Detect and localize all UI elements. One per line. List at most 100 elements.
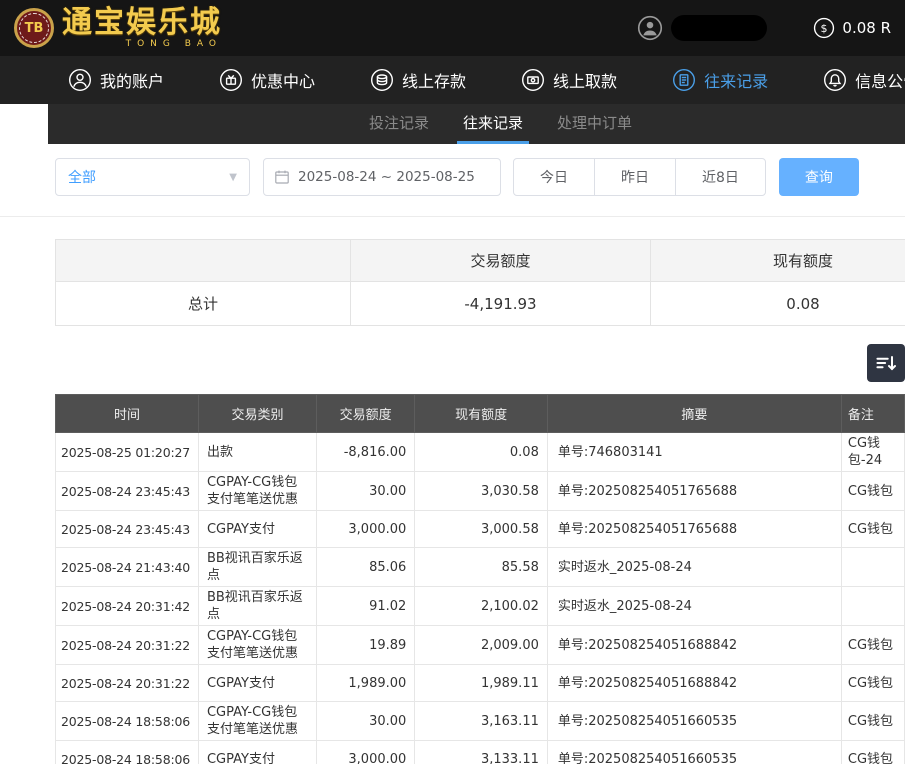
redacted-username: [671, 15, 767, 41]
coin-icon: $: [813, 17, 835, 39]
cell-note: CG钱包: [841, 626, 904, 665]
nav-item-deposit[interactable]: 线上存款: [370, 68, 466, 92]
cell-summary: 单号:202508254051688842: [547, 665, 841, 702]
table-row: 2025-08-24 23:45:43 CGPAY支付 3,000.00 3,0…: [56, 511, 905, 548]
cell-summary: 实时返水_2025-08-24: [547, 587, 841, 626]
cell-time: 2025-08-24 23:45:43: [56, 472, 199, 511]
tab-processing-orders[interactable]: 处理中订单: [551, 104, 638, 144]
cell-type: CGPAY-CG钱包支付笔笔送优惠: [198, 472, 316, 511]
cell-balance: 3,000.58: [415, 511, 548, 548]
search-button[interactable]: 查询: [779, 158, 859, 196]
table-row: 2025-08-24 21:43:40 BB视讯百家乐返点 85.06 85.5…: [56, 548, 905, 587]
tab-transaction-records[interactable]: 往来记录: [457, 104, 529, 144]
cell-summary: 单号:202508254051660535: [547, 741, 841, 764]
logo-title: 通宝娱乐城: [62, 7, 222, 39]
nav-item-promotions[interactable]: 优惠中心: [219, 68, 315, 92]
sub-tabs: 投注记录 往来记录 处理中订单: [48, 104, 905, 144]
cell-balance: 3,133.11: [415, 741, 548, 764]
cell-note: [841, 587, 904, 626]
withdraw-icon: [521, 68, 545, 92]
cell-note: CG钱包: [841, 511, 904, 548]
records-icon: [672, 68, 696, 92]
cell-summary: 单号:202508254051765688: [547, 511, 841, 548]
header-note: 备注: [841, 395, 904, 433]
type-select[interactable]: 全部 ▼: [55, 158, 250, 196]
nav-item-label: 信息公告: [855, 68, 905, 92]
topbar: TB 通宝娱乐城 TONG BAO $ 0.08 R: [0, 0, 905, 56]
type-select-value: 全部: [68, 167, 96, 187]
nav-item-records[interactable]: 往来记录: [672, 68, 768, 92]
cell-balance: 2,009.00: [415, 626, 548, 665]
divider: [0, 216, 905, 217]
table-header-row: 时间 交易类别 交易额度 现有额度 摘要 备注: [56, 395, 905, 433]
gift-icon: [219, 68, 243, 92]
cell-type: CGPAY支付: [198, 741, 316, 764]
cell-amount: 85.06: [316, 548, 414, 587]
date-range-picker[interactable]: 2025-08-24 ~ 2025-08-25: [263, 158, 501, 196]
logo-subtitle: TONG BAO: [62, 39, 222, 49]
tab-betting-records[interactable]: 投注记录: [363, 104, 435, 144]
cell-time: 2025-08-24 18:58:06: [56, 741, 199, 764]
nav-item-announcements[interactable]: 信息公告: [823, 68, 905, 92]
header-balance: 现有额度: [415, 395, 548, 433]
cell-time: 2025-08-24 18:58:06: [56, 702, 199, 741]
balance-amount: 0.08 R: [842, 19, 891, 37]
nav-item-my-account[interactable]: 我的账户: [68, 68, 164, 92]
last-8-days-button[interactable]: 近8日: [675, 158, 766, 196]
cell-note: [841, 548, 904, 587]
cell-note: CG钱包: [841, 472, 904, 511]
cell-time: 2025-08-25 01:20:27: [56, 433, 199, 472]
cell-type: 出款: [198, 433, 316, 472]
header-time: 时间: [56, 395, 199, 433]
table-row: 2025-08-24 20:31:22 CGPAY支付 1,989.00 1,9…: [56, 665, 905, 702]
cell-time: 2025-08-24 20:31:42: [56, 587, 199, 626]
nav-item-withdraw[interactable]: 线上取款: [521, 68, 617, 92]
sort-button[interactable]: [867, 344, 905, 382]
cell-type: CGPAY支付: [198, 511, 316, 548]
chevron-down-icon: ▼: [229, 172, 237, 183]
nav-item-label: 线上取款: [553, 68, 617, 92]
table-row: 2025-08-24 18:58:06 CGPAY支付 3,000.00 3,1…: [56, 741, 905, 764]
header-type: 交易类别: [198, 395, 316, 433]
cell-amount: 3,000.00: [316, 741, 414, 764]
user-avatar-icon[interactable]: [637, 15, 663, 41]
site-logo[interactable]: TB 通宝娱乐城 TONG BAO: [14, 7, 222, 50]
cell-amount: 91.02: [316, 587, 414, 626]
summary-total-row: 总计 -4,191.93 0.08: [56, 282, 905, 326]
user-icon: [68, 68, 92, 92]
cell-amount: 19.89: [316, 626, 414, 665]
topbar-right: $ 0.08 R: [637, 15, 891, 41]
cell-type: CGPAY支付: [198, 665, 316, 702]
bell-icon: [823, 68, 847, 92]
table-row: 2025-08-25 01:20:27 出款 -8,816.00 0.08 单号…: [56, 433, 905, 472]
summary-total-label: 总计: [56, 282, 351, 326]
cell-time: 2025-08-24 20:31:22: [56, 626, 199, 665]
summary-header-row: 交易额度 现有额度: [56, 240, 905, 282]
yesterday-button[interactable]: 昨日: [594, 158, 676, 196]
cell-time: 2025-08-24 23:45:43: [56, 511, 199, 548]
cell-summary: 实时返水_2025-08-24: [547, 548, 841, 587]
date-range-value: 2025-08-24 ~ 2025-08-25: [298, 169, 475, 185]
calendar-icon: [274, 169, 290, 185]
cell-type: CGPAY-CG钱包支付笔笔送优惠: [198, 626, 316, 665]
cell-amount: 3,000.00: [316, 511, 414, 548]
cell-note: CG钱包: [841, 665, 904, 702]
cell-amount: 30.00: [316, 702, 414, 741]
cell-balance: 1,989.11: [415, 665, 548, 702]
header-summary: 摘要: [547, 395, 841, 433]
table-row: 2025-08-24 20:31:42 BB视讯百家乐返点 91.02 2,10…: [56, 587, 905, 626]
cell-balance: 3,030.58: [415, 472, 548, 511]
cell-balance: 0.08: [415, 433, 548, 472]
main-nav: 我的账户 优惠中心 线上存款 线上取款: [0, 56, 905, 104]
cell-balance: 85.58: [415, 548, 548, 587]
cell-note: CG钱包-24: [841, 433, 904, 472]
summary-header-balance: 现有额度: [651, 240, 905, 282]
nav-item-label: 我的账户: [100, 68, 164, 92]
cell-balance: 2,100.02: [415, 587, 548, 626]
nav-item-label: 线上存款: [402, 68, 466, 92]
logo-chip-icon: TB: [14, 8, 54, 48]
today-button[interactable]: 今日: [513, 158, 595, 196]
content: 全部 ▼ 2025-08-24 ~ 2025-08-25 今日 昨日 近8日 查…: [0, 158, 905, 764]
cell-note: CG钱包: [841, 741, 904, 764]
cell-note: CG钱包: [841, 702, 904, 741]
